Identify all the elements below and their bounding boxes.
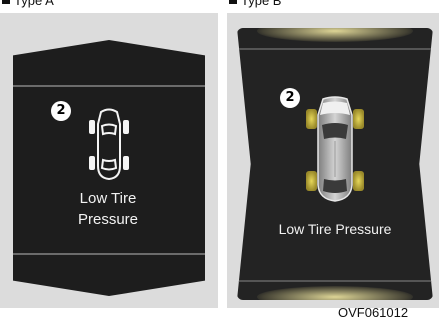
- type-a-label: Type A: [2, 0, 54, 7]
- callout-number-2: 2: [280, 88, 300, 108]
- type-a-label-text: Type A: [14, 0, 54, 8]
- callout-number-2: 2: [51, 101, 71, 121]
- divider-line: [13, 253, 205, 255]
- figure-reference-code: OVF061012: [338, 305, 409, 320]
- divider-line: [237, 280, 433, 282]
- bullet-square-icon: [2, 0, 10, 4]
- low-tire-pressure-message: Low Tire Pressure: [77, 190, 139, 228]
- bullet-square-icon: [229, 0, 237, 4]
- divider-line: [13, 85, 205, 87]
- type-b-panel: 2 Low Tire Pressure: [227, 13, 439, 308]
- bottom-glow-bar: [256, 286, 414, 300]
- divider-line: [237, 48, 433, 50]
- type-b-label-text: Type B: [241, 0, 282, 8]
- type-b-label: Type B: [229, 0, 281, 7]
- type-a-panel: 2 Low Tire Pressure: [0, 13, 218, 308]
- tire-pressure-car-outline-icon: [89, 108, 129, 181]
- type-a-cluster-display: 2 Low Tire Pressure: [13, 40, 205, 296]
- tire-pressure-car-icon: [306, 96, 364, 202]
- type-b-cluster-display: 2 Low Tire Pressure: [237, 28, 433, 300]
- top-glow-bar: [256, 28, 414, 42]
- low-tire-pressure-message: Low Tire Pressure: [278, 221, 392, 237]
